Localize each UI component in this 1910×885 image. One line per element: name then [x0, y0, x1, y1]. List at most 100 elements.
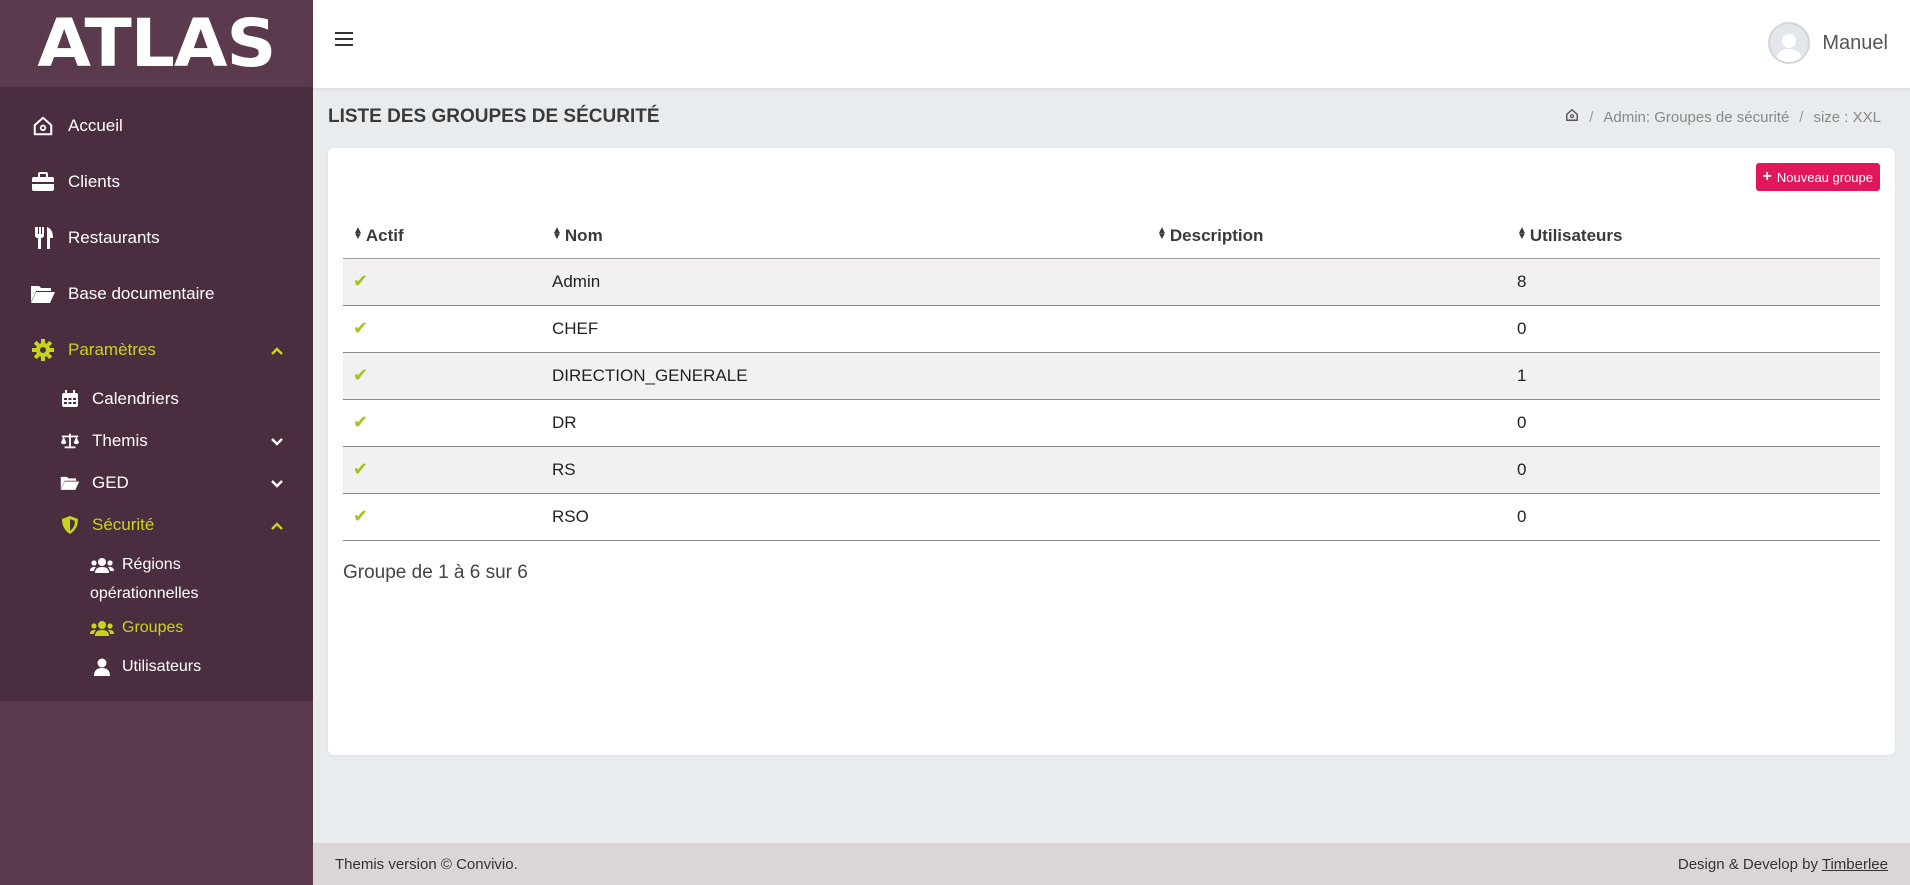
- sort-icon: ▲ ▼: [552, 224, 562, 242]
- user-menu[interactable]: Manuel: [1768, 22, 1888, 64]
- sidebar-item-regions-line2: opérationnelles: [90, 585, 199, 602]
- cell-description: [1157, 305, 1517, 353]
- sidebar-item-calendriers[interactable]: Calendriers: [0, 378, 313, 420]
- home-icon: [30, 113, 56, 139]
- users-icon: [90, 613, 114, 642]
- sidebar-item-label: Régions: [122, 556, 181, 573]
- table-row[interactable]: ✔ RSO 0: [343, 493, 1880, 541]
- table-row[interactable]: ✔ Admin 8: [343, 258, 1880, 306]
- timberlee-link[interactable]: Timberlee: [1822, 856, 1888, 873]
- sidebar-item-label: Utilisateurs: [122, 658, 202, 675]
- sidebar-item-securite[interactable]: Sécurité: [0, 504, 313, 546]
- sidebar-item-label: Clients: [68, 172, 120, 191]
- cell-utilisateurs: 1: [1517, 352, 1880, 400]
- column-header-actif[interactable]: ▲ ▼ Actif: [343, 214, 552, 259]
- logo-bar: ATLAS: [0, 0, 313, 88]
- chevron-up-icon[interactable]: [271, 342, 283, 358]
- check-icon: ✔: [353, 506, 369, 526]
- sidebar-item-label: Sécurité: [92, 515, 155, 534]
- sidebar-item-groupes[interactable]: Groupes: [0, 613, 313, 642]
- folder-open-icon: [60, 473, 80, 493]
- sort-icon: ▲ ▼: [1517, 224, 1527, 242]
- breadcrumb-separator: /: [1799, 108, 1804, 126]
- utensils-icon: [30, 225, 56, 251]
- avatar: [1768, 22, 1811, 64]
- users-icon: [90, 550, 114, 579]
- check-icon: ✔: [353, 365, 369, 385]
- sidebar-item-restaurants[interactable]: Restaurants: [0, 210, 313, 266]
- table-row[interactable]: ✔ RS 0: [343, 446, 1880, 494]
- cell-utilisateurs: 0: [1517, 399, 1880, 447]
- sidebar-item-parametres[interactable]: Paramètres: [0, 322, 313, 378]
- briefcase-icon: [30, 169, 56, 195]
- sidebar-item-utilisateurs[interactable]: Utilisateurs: [0, 652, 313, 681]
- cell-nom: RS: [552, 446, 1157, 494]
- sidebar-item-label: GED: [92, 473, 129, 492]
- sidebar-item-label: Themis: [92, 431, 148, 450]
- scale-icon: [60, 431, 80, 451]
- column-header-utilisateurs[interactable]: ▲ ▼ Utilisateurs: [1517, 214, 1880, 259]
- breadcrumb-item: size : XXL: [1813, 108, 1881, 126]
- sidebar-item-ged[interactable]: GED: [0, 462, 313, 504]
- footer-credits: Design & Develop by Timberlee: [1677, 855, 1888, 873]
- chevron-down-icon[interactable]: [271, 475, 283, 491]
- chevron-down-icon[interactable]: [271, 433, 283, 449]
- sidebar-item-base-documentaire[interactable]: Base documentaire: [0, 266, 313, 322]
- breadcrumb-item[interactable]: Admin: Groupes de sécurité: [1603, 109, 1789, 126]
- breadcrumb: / Admin: Groupes de sécurité / size : XX…: [1565, 108, 1881, 126]
- cell-description: [1157, 352, 1517, 400]
- cell-nom: RSO: [552, 493, 1157, 541]
- groups-card: + Nouveau groupe ▲ ▼ Actif ▲ ▼ Nom ▲ ▼ Descrip…: [328, 148, 1895, 755]
- sidebar-item-label: Base documentaire: [68, 284, 215, 303]
- check-icon: ✔: [353, 412, 369, 432]
- sidebar-item-accueil[interactable]: Accueil: [0, 98, 313, 154]
- calendar-icon: [60, 389, 80, 409]
- sidebar-item-label: Calendriers: [92, 389, 179, 408]
- table-row[interactable]: ✔ DR 0: [343, 399, 1880, 447]
- user-icon: [90, 652, 114, 681]
- sidebar-item-label: Accueil: [68, 116, 123, 135]
- menu-toggle-icon[interactable]: [335, 32, 353, 48]
- cell-utilisateurs: 0: [1517, 493, 1880, 541]
- plus-icon: +: [1762, 168, 1772, 185]
- chevron-up-icon[interactable]: [271, 517, 283, 533]
- breadcrumb-separator: /: [1589, 108, 1594, 126]
- folder-open-icon: [30, 281, 56, 307]
- user-name: Manuel: [1822, 31, 1888, 54]
- sort-icon: ▲ ▼: [353, 224, 363, 242]
- cell-nom: CHEF: [552, 305, 1157, 353]
- table-row[interactable]: ✔ CHEF 0: [343, 305, 1880, 353]
- footer: Themis version © Convivio. Design & Deve…: [313, 843, 1910, 885]
- atlas-logo[interactable]: ATLAS: [38, 5, 277, 82]
- sidebar-item-regions-operationnelles[interactable]: Régions: [0, 550, 313, 579]
- cell-nom: DR: [552, 399, 1157, 447]
- shield-icon: [60, 515, 80, 535]
- cell-nom: Admin: [552, 258, 1157, 306]
- column-header-nom[interactable]: ▲ ▼ Nom: [552, 214, 1157, 259]
- sidebar-item-themis[interactable]: Themis: [0, 420, 313, 462]
- sort-icon: ▲ ▼: [1157, 224, 1167, 242]
- cell-nom: DIRECTION_GENERALE: [552, 352, 1157, 400]
- check-icon: ✔: [353, 271, 369, 291]
- new-group-button[interactable]: + Nouveau groupe: [1755, 163, 1880, 191]
- cell-utilisateurs: 8: [1517, 258, 1880, 306]
- sidebar-item-label: Paramètres: [68, 340, 156, 359]
- footer-copyright: Themis version © Convivio.: [335, 855, 518, 873]
- cell-description: [1157, 493, 1517, 541]
- column-header-description[interactable]: ▲ ▼ Description: [1157, 214, 1517, 259]
- home-icon[interactable]: [1565, 108, 1579, 126]
- check-icon: ✔: [353, 459, 369, 479]
- table-header-row: ▲ ▼ Actif ▲ ▼ Nom ▲ ▼ Description ▲ ▼ Utilisateu…: [343, 214, 1880, 259]
- cell-description: [1157, 258, 1517, 306]
- table-row[interactable]: ✔ DIRECTION_GENERALE 1: [343, 352, 1880, 400]
- page-title: LISTE DES GROUPES DE SÉCURITÉ: [328, 106, 660, 127]
- cell-utilisateurs: 0: [1517, 446, 1880, 494]
- sidebar-item-clients[interactable]: Clients: [0, 154, 313, 210]
- check-icon: ✔: [353, 318, 369, 338]
- gear-icon: [30, 337, 56, 363]
- cell-utilisateurs: 0: [1517, 305, 1880, 353]
- groups-table: ▲ ▼ Actif ▲ ▼ Nom ▲ ▼ Description ▲ ▼ Utilisateu…: [343, 214, 1880, 541]
- cell-description: [1157, 399, 1517, 447]
- pagination-info: Groupe de 1 à 6 sur 6: [343, 562, 528, 583]
- sidebar-item-label: Groupes: [122, 619, 184, 636]
